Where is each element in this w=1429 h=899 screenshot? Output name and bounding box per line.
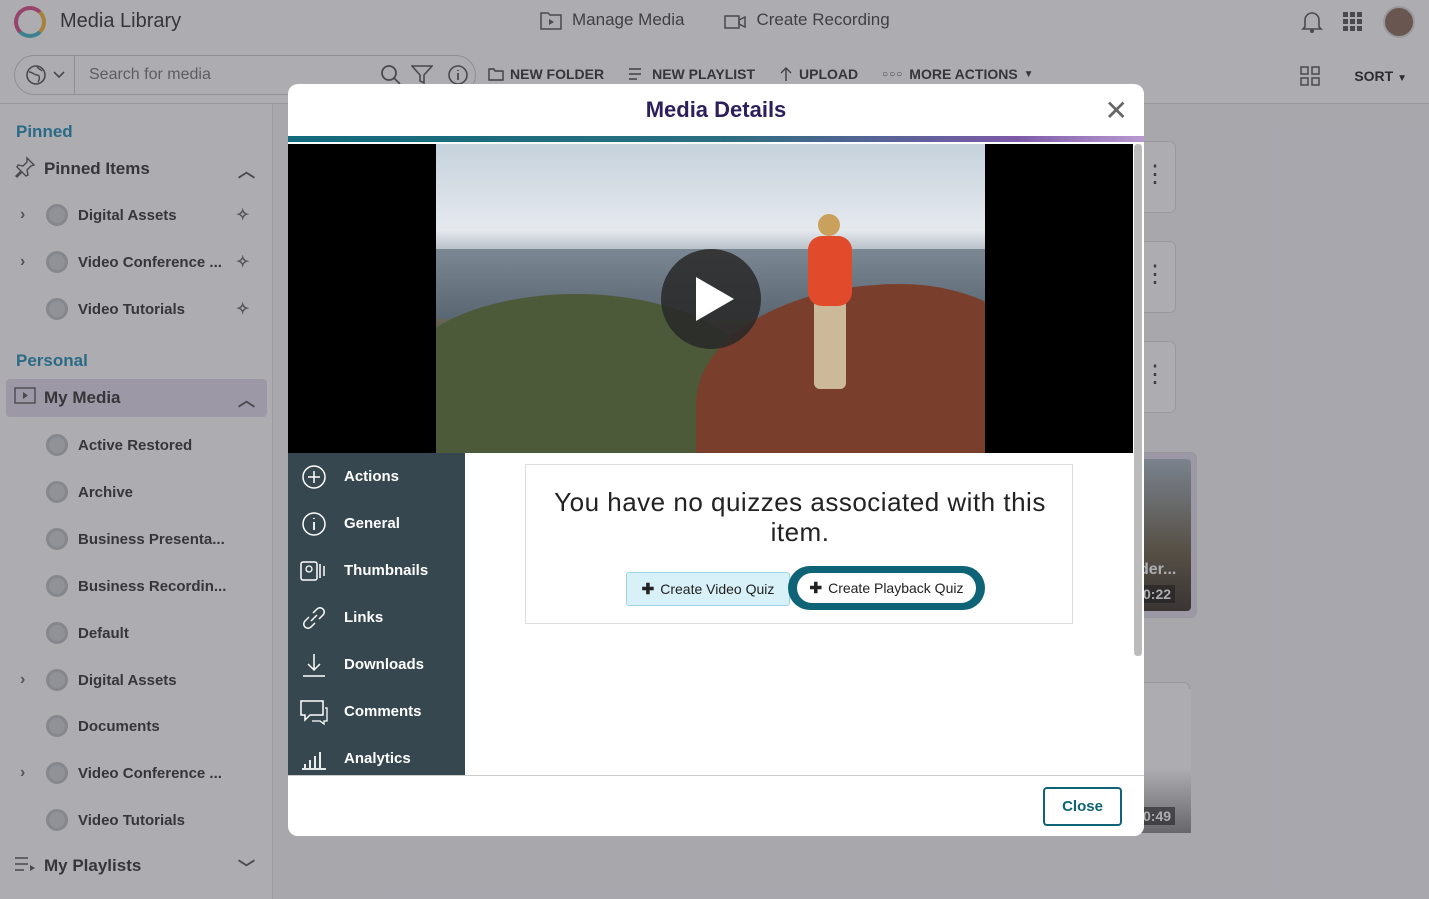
close-button[interactable]: Close	[1043, 787, 1122, 826]
details-tabs: Actions General Thumbnails Links Downloa…	[288, 453, 465, 775]
create-playback-quiz-focus-ring: ✚ Create Playback Quiz	[788, 566, 985, 610]
tab-label: Thumbnails	[344, 562, 429, 579]
plus-circle-icon	[300, 463, 328, 491]
download-icon	[300, 651, 328, 679]
hiker-figure	[796, 214, 866, 414]
tab-label: General	[344, 515, 400, 532]
comments-icon	[300, 698, 328, 726]
hiker-body	[814, 299, 846, 389]
scrollbar-thumb[interactable]	[1134, 144, 1142, 656]
play-icon	[696, 277, 734, 321]
tab-actions[interactable]: Actions	[288, 453, 465, 500]
tab-downloads[interactable]: Downloads	[288, 641, 465, 688]
plus-icon: ✚	[809, 580, 823, 597]
quiz-panel: You have no quizzes associated with this…	[525, 464, 1073, 624]
tab-thumbnails[interactable]: Thumbnails	[288, 547, 465, 594]
create-video-quiz-button[interactable]: ✚ Create Video Quiz	[626, 572, 790, 606]
modal-footer: Close	[288, 775, 1144, 836]
app: Media Library Manage Media Create Record…	[0, 0, 1429, 899]
tab-comments[interactable]: Comments	[288, 688, 465, 735]
link-icon	[300, 604, 328, 632]
media-details-modal: Media Details ✕ Actions General Thumbnai…	[288, 84, 1144, 836]
close-icon[interactable]: ✕	[1105, 94, 1128, 127]
play-button[interactable]	[661, 249, 761, 349]
modal-scrollbar[interactable]	[1134, 144, 1142, 656]
thumbnails-icon	[300, 557, 328, 585]
info-icon	[300, 510, 328, 538]
tab-label: Analytics	[344, 750, 411, 767]
no-quiz-message: You have no quizzes associated with this…	[554, 487, 1046, 547]
hiker-backpack	[808, 236, 852, 306]
tab-links[interactable]: Links	[288, 594, 465, 641]
create-video-quiz-label: Create Video Quiz	[660, 581, 775, 597]
create-playback-quiz-button[interactable]: ✚ Create Playback Quiz	[797, 573, 976, 603]
modal-title: Media Details	[645, 97, 787, 122]
modal-accent-bar	[288, 136, 1144, 142]
tab-label: Downloads	[344, 656, 425, 673]
plus-icon: ✚	[641, 581, 655, 598]
create-playback-quiz-label: Create Playback Quiz	[828, 580, 964, 596]
tab-label: Comments	[344, 703, 422, 720]
tab-general[interactable]: General	[288, 500, 465, 547]
tab-label: Actions	[344, 468, 400, 485]
tab-label: Links	[344, 609, 384, 626]
analytics-icon	[300, 745, 328, 773]
hiker-head	[818, 214, 840, 236]
video-player[interactable]	[288, 144, 1133, 453]
